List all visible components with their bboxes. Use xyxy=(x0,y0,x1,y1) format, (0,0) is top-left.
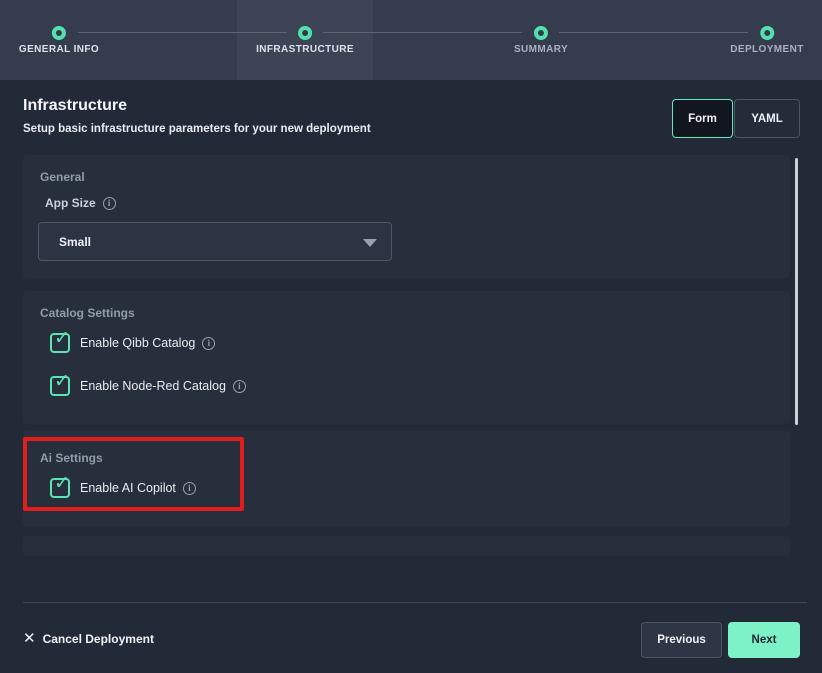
step-deployment[interactable]: DEPLOYMENT xyxy=(730,0,803,80)
info-icon[interactable]: i xyxy=(103,197,116,210)
form-view-button[interactable]: Form xyxy=(672,99,733,138)
stepper-connector xyxy=(559,32,748,33)
step-label: INFRASTRUCTURE xyxy=(256,44,354,55)
step-dot-icon xyxy=(52,26,66,40)
step-dot-icon xyxy=(534,26,548,40)
checkbox-enable-ai-copilot[interactable]: ✓ Enable AI Copilot i xyxy=(50,478,196,498)
section-general: General App Size i Small xyxy=(23,155,790,278)
footer-divider xyxy=(23,602,807,603)
section-ai-settings: Ai Settings ✓ Enable AI Copilot i xyxy=(23,431,790,527)
section-partial xyxy=(23,536,790,556)
step-general-info[interactable]: GENERAL INFO xyxy=(19,0,99,80)
app-size-label: App Size i xyxy=(45,196,116,210)
checkbox-enable-node-red-catalog[interactable]: ✓ Enable Node-Red Catalog i xyxy=(50,376,246,396)
deployment-wizard-window: GENERAL INFO INFRASTRUCTURE SUMMARY DEPL… xyxy=(0,0,822,673)
scrollbar-thumb[interactable] xyxy=(795,158,798,425)
checkbox-checked-icon: ✓ xyxy=(50,333,70,353)
section-title: General xyxy=(40,170,85,184)
section-title: Catalog Settings xyxy=(40,306,135,320)
page-title: Infrastructure xyxy=(23,97,127,115)
view-toggle: Form YAML xyxy=(672,99,800,138)
cancel-label: Cancel Deployment xyxy=(43,632,154,646)
wizard-stepper: GENERAL INFO INFRASTRUCTURE SUMMARY DEPL… xyxy=(0,0,822,80)
next-button[interactable]: Next xyxy=(728,622,800,658)
app-size-select[interactable]: Small xyxy=(38,222,392,261)
yaml-view-button[interactable]: YAML xyxy=(734,99,800,138)
checkbox-label: Enable AI Copilot xyxy=(80,481,176,495)
checkbox-label: Enable Node-Red Catalog xyxy=(80,379,226,393)
checkbox-checked-icon: ✓ xyxy=(50,376,70,396)
checkbox-enable-qibb-catalog[interactable]: ✓ Enable Qibb Catalog i xyxy=(50,333,215,353)
previous-button[interactable]: Previous xyxy=(641,622,722,658)
step-dot-icon xyxy=(298,26,312,40)
step-infrastructure[interactable]: INFRASTRUCTURE xyxy=(256,0,354,80)
step-label: SUMMARY xyxy=(514,44,568,55)
check-icon: ✓ xyxy=(54,372,70,392)
checkbox-checked-icon: ✓ xyxy=(50,478,70,498)
field-label-text: App Size xyxy=(45,196,96,210)
check-icon: ✓ xyxy=(54,329,70,349)
step-label: GENERAL INFO xyxy=(19,44,99,55)
step-label: DEPLOYMENT xyxy=(730,44,803,55)
app-size-value: Small xyxy=(59,235,91,249)
section-catalog-settings: Catalog Settings ✓ Enable Qibb Catalog i… xyxy=(23,291,790,424)
cancel-deployment-button[interactable]: ✕ Cancel Deployment xyxy=(23,630,154,648)
section-title: Ai Settings xyxy=(40,451,103,465)
info-icon[interactable]: i xyxy=(202,337,215,350)
page-subtitle: Setup basic infrastructure parameters fo… xyxy=(23,123,371,135)
close-icon: ✕ xyxy=(23,630,36,648)
step-summary[interactable]: SUMMARY xyxy=(514,0,568,80)
info-icon[interactable]: i xyxy=(183,482,196,495)
chevron-down-icon xyxy=(363,239,377,247)
check-icon: ✓ xyxy=(54,474,70,494)
checkbox-label: Enable Qibb Catalog xyxy=(80,336,195,350)
step-dot-icon xyxy=(760,26,774,40)
info-icon[interactable]: i xyxy=(233,380,246,393)
